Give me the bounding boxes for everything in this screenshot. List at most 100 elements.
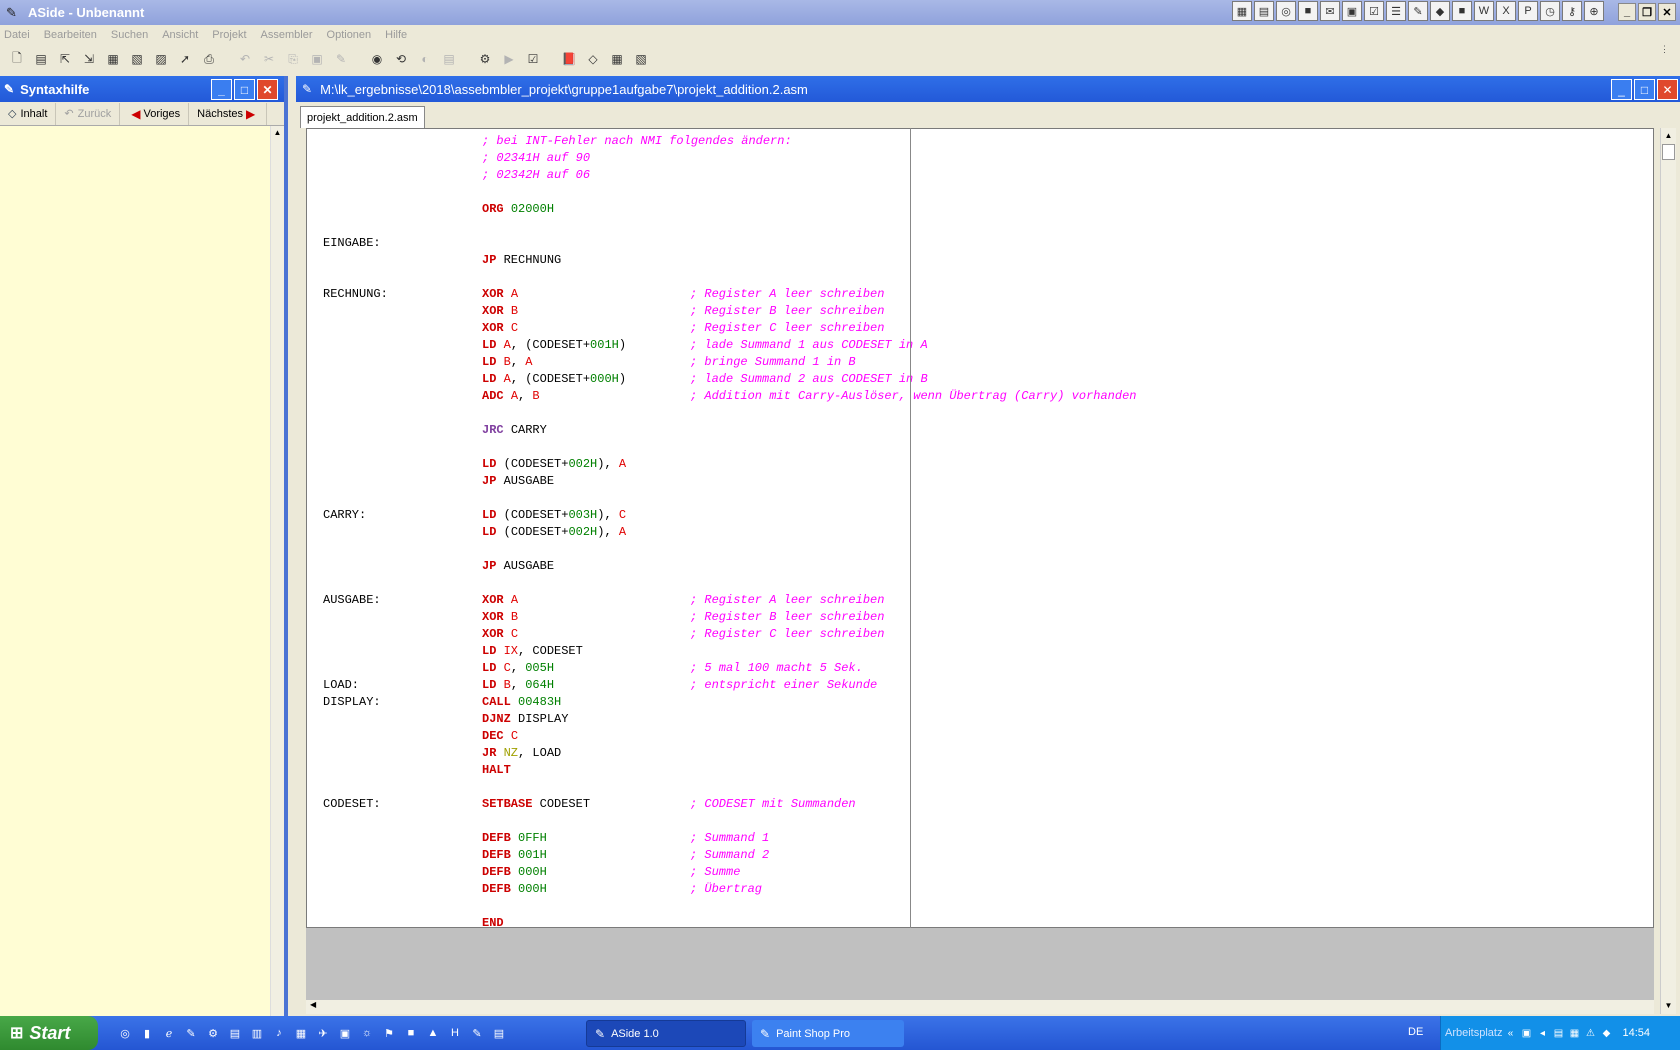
new-file-icon[interactable]: 🗋: [8, 50, 26, 68]
copy-icon[interactable]: ⎘: [284, 50, 302, 68]
menu-projekt[interactable]: Projekt: [212, 29, 246, 41]
notes-icon[interactable]: ✎: [1408, 1, 1428, 21]
language-indicator[interactable]: DE: [1408, 1026, 1423, 1038]
restore-button[interactable]: ❐: [1638, 3, 1656, 21]
contents-button[interactable]: ◇ Inhalt: [0, 102, 57, 125]
menu-datei[interactable]: Datei: [4, 29, 30, 41]
quicklaunch-icon[interactable]: ☼: [358, 1024, 376, 1042]
shortcut-icon[interactable]: ▤: [1254, 1, 1274, 21]
replace-icon[interactable]: ⟲: [392, 50, 410, 68]
quicklaunch-icon[interactable]: ✎: [468, 1024, 486, 1042]
menu-suchen[interactable]: Suchen: [111, 29, 148, 41]
quicklaunch-icon[interactable]: ⚙: [204, 1024, 222, 1042]
excel-icon[interactable]: X: [1496, 1, 1516, 21]
syntax-help-scrollbar[interactable]: ▲: [270, 126, 284, 1016]
network-icon[interactable]: ▣: [1518, 1028, 1534, 1039]
minimize-button[interactable]: _: [211, 79, 232, 100]
vertical-scrollbar[interactable]: ▲ ▼: [1660, 128, 1676, 1014]
scroll-up-icon[interactable]: ▲: [1661, 128, 1676, 144]
quicklaunch-icon[interactable]: ▤: [226, 1024, 244, 1042]
tray-app-icon[interactable]: ⚠: [1582, 1028, 1598, 1039]
shortcut-icon[interactable]: ■: [1298, 1, 1318, 21]
quicklaunch-icon[interactable]: ▦: [292, 1024, 310, 1042]
tray-app-icon[interactable]: ▦: [1566, 1028, 1582, 1039]
quicklaunch-icon[interactable]: ■: [402, 1024, 420, 1042]
cut-icon[interactable]: ✂: [260, 50, 278, 68]
clock-icon[interactable]: ◷: [1540, 1, 1560, 21]
menu-hilfe[interactable]: Hilfe: [385, 29, 407, 41]
quicklaunch-icon[interactable]: ✎: [182, 1024, 200, 1042]
goto-icon[interactable]: ▤: [440, 50, 458, 68]
tray-label[interactable]: Arbeitsplatz: [1445, 1027, 1502, 1039]
edit-icon[interactable]: ✎: [332, 50, 350, 68]
task-aside[interactable]: ✎ ASide 1.0: [586, 1020, 746, 1047]
save-all-icon[interactable]: ▧: [128, 50, 146, 68]
powerpoint-icon[interactable]: P: [1518, 1, 1538, 21]
previous-button[interactable]: ◀ Voriges: [120, 102, 190, 125]
quicklaunch-icon[interactable]: ⚑: [380, 1024, 398, 1042]
mail-icon[interactable]: ✉: [1320, 1, 1340, 21]
contacts-icon[interactable]: ☰: [1386, 1, 1406, 21]
find-icon[interactable]: ◉: [368, 50, 386, 68]
undo-icon[interactable]: ↶: [236, 50, 254, 68]
open-file-icon[interactable]: ⇱: [56, 50, 74, 68]
paste-icon[interactable]: ▣: [308, 50, 326, 68]
assemble-icon[interactable]: ⚙: [476, 50, 494, 68]
maximize-button[interactable]: □: [234, 79, 255, 100]
minimize-button[interactable]: _: [1611, 79, 1632, 100]
shortcut-icon[interactable]: ◆: [1430, 1, 1450, 21]
quicklaunch-icon[interactable]: ♪: [270, 1024, 288, 1042]
reference-icon[interactable]: ▦: [608, 50, 626, 68]
task-paint-shop-pro[interactable]: ✎ Paint Shop Pro: [752, 1020, 904, 1047]
next-button[interactable]: Nächstes ▶: [189, 102, 268, 125]
quicklaunch-icon[interactable]: ▣: [336, 1024, 354, 1042]
start-button[interactable]: ⊞ Start: [0, 1016, 98, 1050]
scroll-down-icon[interactable]: ▼: [1661, 998, 1676, 1014]
save-project-icon[interactable]: ▨: [152, 50, 170, 68]
scroll-up-icon[interactable]: ▲: [271, 126, 284, 140]
menu-optionen[interactable]: Optionen: [327, 29, 372, 41]
calendar-icon[interactable]: ▣: [1342, 1, 1362, 21]
shortcut-icon[interactable]: ■: [1452, 1, 1472, 21]
print-icon[interactable]: ⎙: [200, 50, 218, 68]
shield-icon[interactable]: ◆: [1598, 1028, 1614, 1039]
volume-icon[interactable]: ◂: [1534, 1028, 1550, 1039]
menu-bearbeiten[interactable]: Bearbeiten: [44, 29, 97, 41]
minimize-button[interactable]: _: [1618, 3, 1636, 21]
run-icon[interactable]: ▶: [500, 50, 518, 68]
quicklaunch-icon[interactable]: ▥: [248, 1024, 266, 1042]
back-button[interactable]: ↶ Zurück: [56, 102, 121, 125]
quicklaunch-icon[interactable]: ▤: [490, 1024, 508, 1042]
tab-projekt-addition[interactable]: projekt_addition.2.asm: [300, 106, 425, 128]
close-button[interactable]: ✕: [257, 79, 278, 100]
export-icon[interactable]: ➚: [176, 50, 194, 68]
menu-ansicht[interactable]: Ansicht: [162, 29, 198, 41]
quicklaunch-icon[interactable]: ◎: [116, 1024, 134, 1042]
quicklaunch-icon[interactable]: ▮: [138, 1024, 156, 1042]
quicklaunch-icon[interactable]: H: [446, 1024, 464, 1042]
menu-assembler[interactable]: Assembler: [261, 29, 313, 41]
find-next-icon[interactable]: ◐: [416, 50, 434, 68]
access-icon[interactable]: ⚷: [1562, 1, 1582, 21]
shortcut-icon[interactable]: ▦: [1232, 1, 1252, 21]
check-icon[interactable]: ☑: [524, 50, 542, 68]
word-icon[interactable]: W: [1474, 1, 1494, 21]
internet-explorer-icon[interactable]: ℯ: [160, 1024, 178, 1042]
scroll-left-icon[interactable]: ◀: [310, 1000, 316, 1009]
save-icon[interactable]: ▦: [104, 50, 122, 68]
chevron-icon[interactable]: «: [1502, 1028, 1518, 1039]
help-book-icon[interactable]: 📕: [560, 50, 578, 68]
new-document-icon[interactable]: ▤: [32, 50, 50, 68]
tasks-icon[interactable]: ☑: [1364, 1, 1384, 21]
close-button[interactable]: ✕: [1657, 79, 1678, 100]
about-icon[interactable]: ▧: [632, 50, 650, 68]
shortcut-icon[interactable]: ⊕: [1584, 1, 1604, 21]
maximize-button[interactable]: □: [1634, 79, 1655, 100]
quicklaunch-icon[interactable]: ✈: [314, 1024, 332, 1042]
scroll-thumb[interactable]: [1662, 144, 1675, 160]
syntax-help-icon[interactable]: ◇: [584, 50, 602, 68]
horizontal-scrollbar[interactable]: ◀: [306, 1000, 1654, 1014]
code-editor[interactable]: ; bei INT-Fehler nach NMI folgendes ände…: [306, 128, 1654, 928]
tray-app-icon[interactable]: ▤: [1550, 1028, 1566, 1039]
close-button[interactable]: ✕: [1658, 3, 1676, 21]
